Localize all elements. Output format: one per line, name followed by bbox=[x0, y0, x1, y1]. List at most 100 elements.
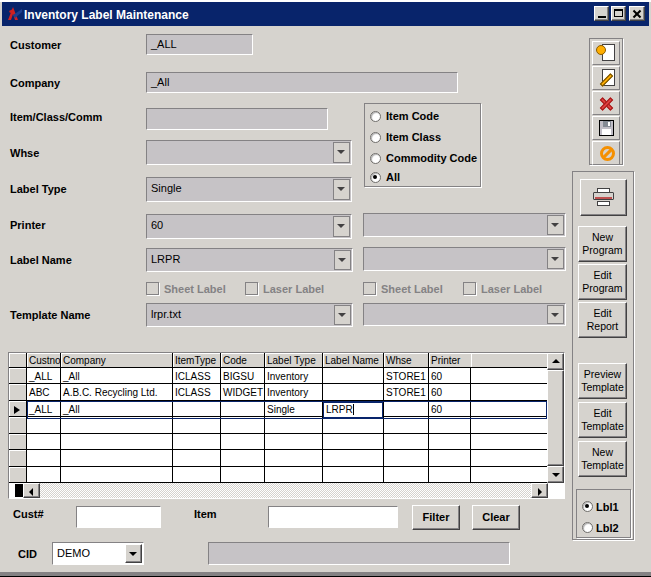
grid-cell[interactable] bbox=[265, 434, 323, 449]
laser-label-1-checkbox[interactable] bbox=[245, 282, 258, 295]
edit-record-button[interactable] bbox=[592, 66, 620, 90]
grid-cell[interactable] bbox=[323, 368, 384, 383]
grid-cell[interactable] bbox=[323, 434, 384, 449]
save-record-button[interactable] bbox=[592, 116, 620, 140]
grid-cell[interactable] bbox=[173, 434, 221, 449]
grid-cell[interactable] bbox=[429, 467, 471, 482]
grid-cell[interactable]: ABC bbox=[27, 384, 61, 400]
grid-cell[interactable] bbox=[173, 467, 221, 482]
grid-cell-trailing[interactable] bbox=[471, 467, 547, 482]
grid-cell[interactable] bbox=[384, 434, 429, 449]
grid-cell[interactable] bbox=[323, 384, 384, 400]
minimize-button[interactable] bbox=[594, 6, 609, 21]
grid-cell[interactable]: Inventory bbox=[265, 384, 323, 400]
grid-cell[interactable] bbox=[265, 450, 323, 466]
grid-header-code[interactable]: Code bbox=[221, 353, 265, 367]
grid-cell[interactable] bbox=[429, 450, 471, 466]
grid-cell-trailing[interactable] bbox=[471, 417, 547, 433]
grid-cell[interactable]: Inventory bbox=[265, 368, 323, 383]
grid-cell[interactable] bbox=[173, 450, 221, 466]
grid-cell[interactable] bbox=[384, 417, 429, 433]
grid-cell[interactable] bbox=[384, 450, 429, 466]
grid-vscroll-thumb[interactable] bbox=[547, 370, 564, 466]
grid-hscroll-right-button[interactable] bbox=[531, 483, 548, 498]
whse-combo[interactable] bbox=[146, 140, 352, 165]
grid-row-marker[interactable] bbox=[9, 434, 27, 449]
grid-cell[interactable] bbox=[221, 417, 265, 433]
label-name-combo-2[interactable] bbox=[363, 247, 566, 271]
grid-header-printer[interactable]: Printer bbox=[429, 353, 471, 367]
template-name-combo-2-arrow[interactable] bbox=[547, 305, 564, 324]
customer-input[interactable]: _ALL bbox=[146, 34, 253, 55]
cancel-record-button[interactable] bbox=[592, 141, 620, 165]
grid-cell[interactable] bbox=[323, 450, 384, 466]
grid-row-marker[interactable] bbox=[9, 417, 27, 433]
printer-combo-2-arrow[interactable] bbox=[547, 215, 564, 235]
sheet-label-2-checkbox[interactable] bbox=[363, 282, 376, 295]
grid-cell[interactable]: 60 bbox=[429, 384, 471, 400]
grid-cell[interactable] bbox=[61, 450, 173, 466]
label-name-combo-arrow[interactable] bbox=[334, 250, 351, 270]
grid-row-marker[interactable] bbox=[9, 368, 27, 383]
grid-hscroll-left-button[interactable] bbox=[23, 483, 40, 498]
grid-cell[interactable] bbox=[61, 434, 173, 449]
grid-cell[interactable] bbox=[27, 467, 61, 482]
grid-cell-trailing[interactable] bbox=[471, 384, 547, 400]
grid-cell[interactable] bbox=[61, 467, 173, 482]
grid-cell-trailing[interactable] bbox=[471, 450, 547, 466]
all-radio[interactable] bbox=[370, 172, 381, 183]
grid-header-label-name[interactable]: Label Name bbox=[323, 353, 384, 367]
sheet-label-1-checkbox[interactable] bbox=[146, 282, 159, 295]
grid-cell[interactable]: ICLASS bbox=[173, 368, 221, 383]
edit-template-button[interactable]: Edit Template bbox=[578, 402, 627, 438]
grid-cell[interactable]: A.B.C. Recycling Ltd. bbox=[61, 384, 173, 400]
grid-header-itemtype[interactable]: ItemType bbox=[173, 353, 221, 367]
close-button[interactable] bbox=[629, 6, 645, 21]
grid-hscroll-track[interactable] bbox=[40, 483, 531, 498]
item-code-radio[interactable] bbox=[370, 111, 381, 122]
printer-combo-2[interactable] bbox=[363, 213, 566, 237]
grid-cell[interactable] bbox=[323, 467, 384, 482]
grid-cell[interactable] bbox=[221, 467, 265, 482]
commodity-code-radio[interactable] bbox=[370, 153, 381, 164]
new-template-button[interactable]: New Template bbox=[578, 441, 627, 477]
item-class-radio[interactable] bbox=[370, 132, 381, 143]
label-name-combo-2-arrow[interactable] bbox=[547, 249, 564, 269]
grid-cell[interactable] bbox=[173, 417, 221, 433]
grid-cell[interactable] bbox=[429, 417, 471, 433]
print-button[interactable] bbox=[580, 179, 627, 216]
whse-combo-arrow[interactable] bbox=[333, 142, 350, 163]
grid-cell[interactable]: STORE1 bbox=[384, 384, 429, 400]
grid-cell[interactable]: 60 bbox=[429, 368, 471, 383]
laser-label-2-checkbox[interactable] bbox=[463, 282, 476, 295]
company-input[interactable]: _All bbox=[146, 72, 458, 93]
grid-row-marker[interactable] bbox=[9, 384, 27, 400]
grid-cell[interactable] bbox=[27, 434, 61, 449]
delete-record-button[interactable] bbox=[592, 91, 620, 115]
grid-cell[interactable] bbox=[27, 417, 61, 433]
grid-cell[interactable] bbox=[221, 434, 265, 449]
grid-cell[interactable]: BIGSU bbox=[221, 368, 265, 383]
grid-cell[interactable]: WIDGET bbox=[221, 384, 265, 400]
grid-cell[interactable]: _All bbox=[61, 368, 173, 383]
grid-header-custno[interactable]: Custno bbox=[27, 353, 61, 367]
cust-filter-input[interactable] bbox=[76, 506, 161, 528]
printer-combo[interactable]: 60 bbox=[146, 214, 352, 239]
grid-header-whse[interactable]: Whse bbox=[384, 353, 429, 367]
grid-cell[interactable] bbox=[221, 450, 265, 466]
grid-row-marker[interactable] bbox=[9, 450, 27, 466]
grid-cell-trailing[interactable] bbox=[471, 434, 547, 449]
grid-cell[interactable] bbox=[323, 417, 384, 433]
label-type-combo[interactable]: Single bbox=[146, 177, 352, 202]
lbl1-radio[interactable] bbox=[582, 501, 593, 512]
template-name-combo[interactable]: lrpr.txt bbox=[146, 303, 353, 327]
grid-cell[interactable]: ICLASS bbox=[173, 384, 221, 400]
template-name-combo-arrow[interactable] bbox=[334, 305, 351, 325]
grid-header-label-type[interactable]: Label Type bbox=[265, 353, 323, 367]
grid-cell[interactable] bbox=[384, 467, 429, 482]
edit-report-button[interactable]: Edit Report bbox=[578, 302, 627, 338]
maximize-button[interactable] bbox=[611, 6, 626, 21]
template-name-combo-2[interactable] bbox=[363, 303, 566, 326]
grid-cell-trailing[interactable] bbox=[471, 368, 547, 383]
lbl2-radio[interactable] bbox=[582, 522, 593, 533]
